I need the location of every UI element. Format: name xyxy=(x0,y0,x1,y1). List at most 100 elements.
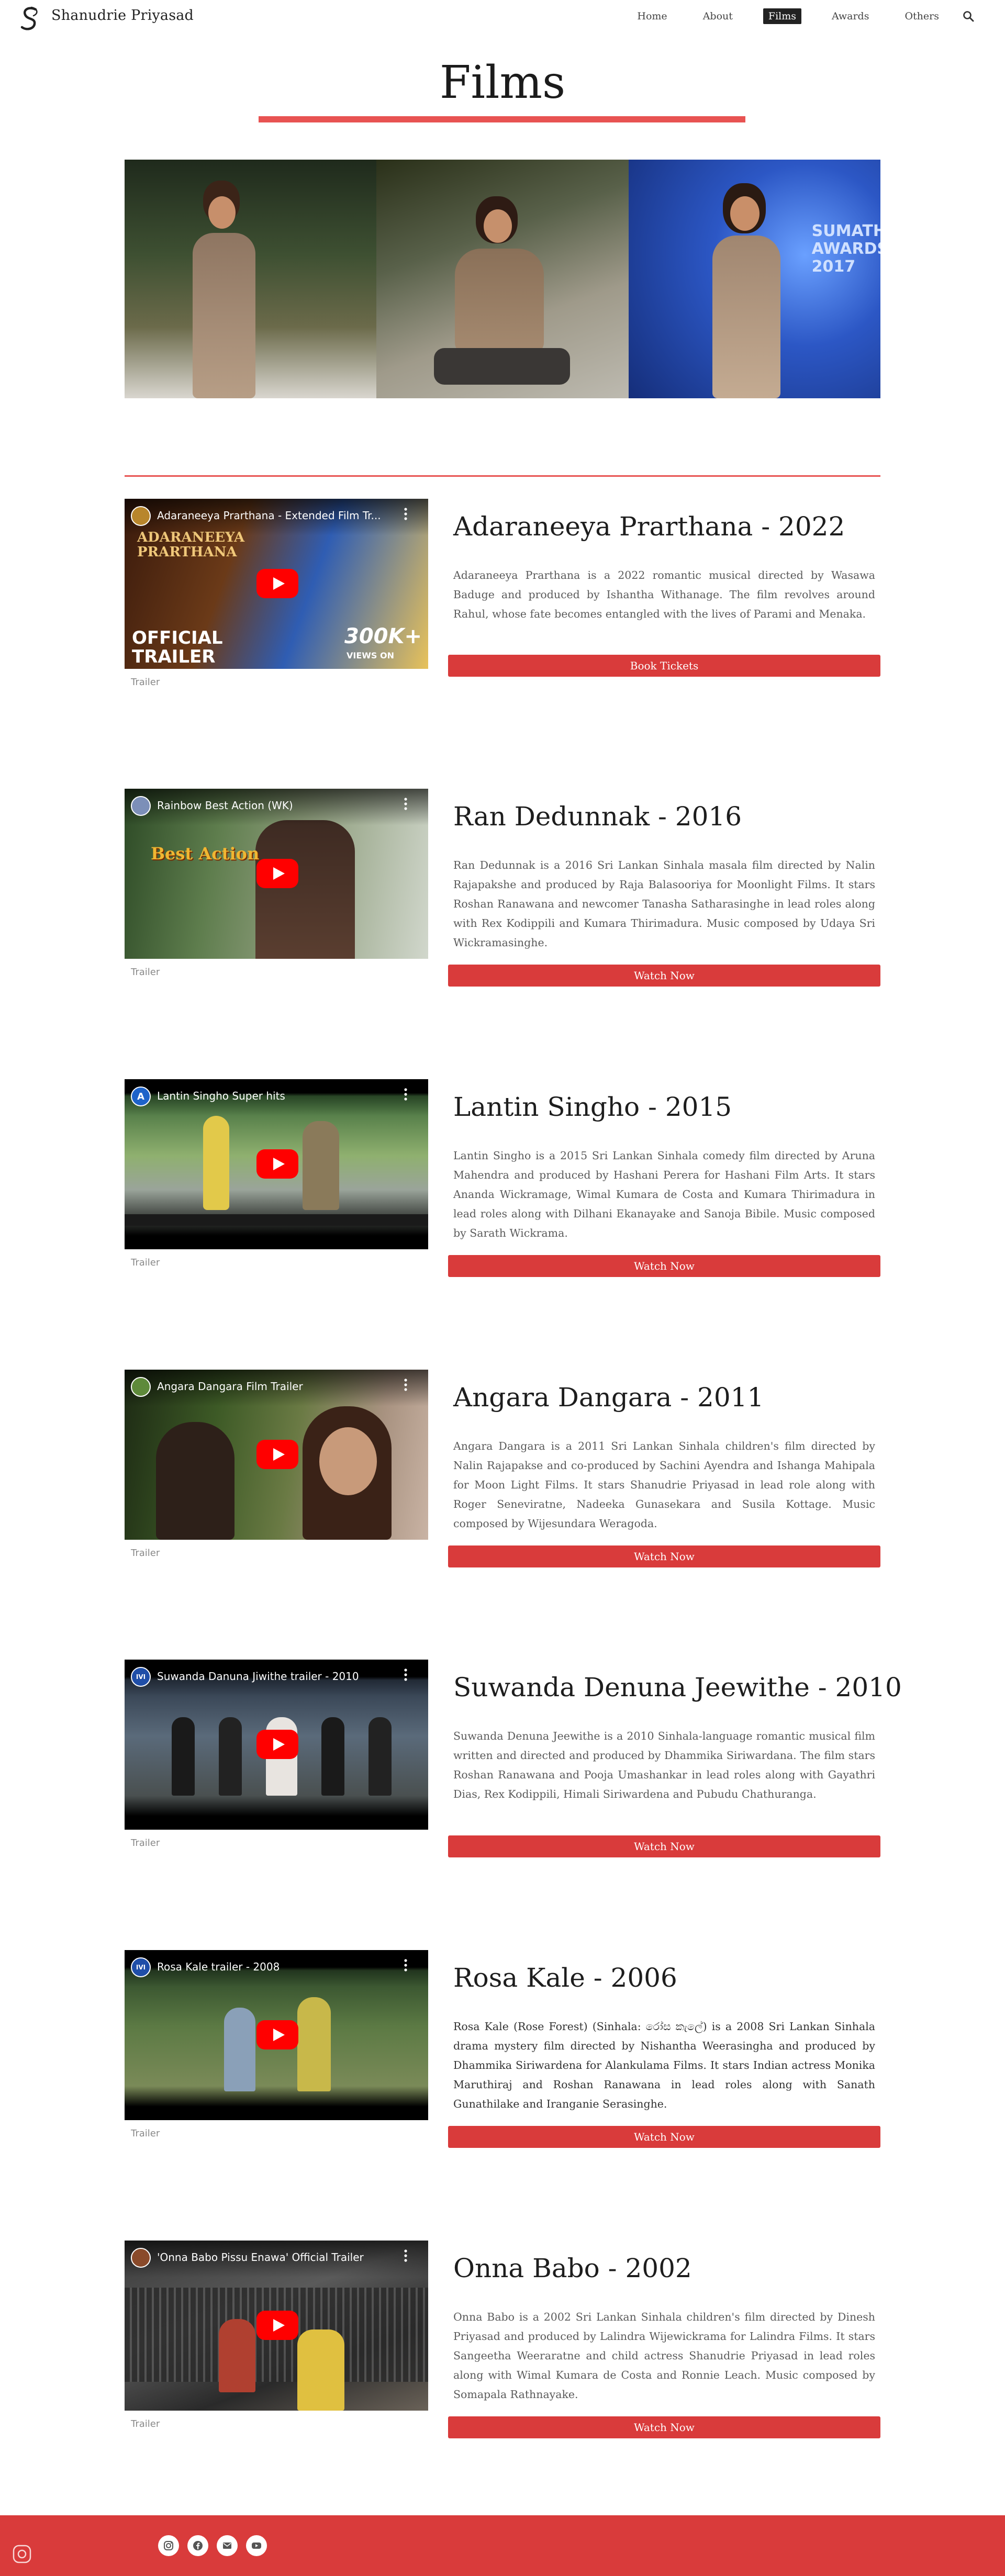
film-title: Onna Babo - 2002 xyxy=(453,2253,692,2283)
video-caption: Trailer xyxy=(131,2418,160,2429)
watch-now-button[interactable]: Watch Now xyxy=(448,965,880,987)
play-icon[interactable] xyxy=(256,2311,298,2340)
page-title: Films xyxy=(439,57,566,109)
instagram-icon[interactable] xyxy=(158,2535,179,2556)
play-icon[interactable] xyxy=(256,1440,298,1469)
film-title: Angara Dangara - 2011 xyxy=(453,1382,764,1413)
film-adaraneeya-prarthana: ADARANEEYA PRARTHANA OFFICIAL TRAILER 30… xyxy=(125,499,880,708)
film-angara-dangara: Angara Dangara Film Trailer Trailer Anga… xyxy=(125,1370,880,1579)
actor-face xyxy=(319,1427,377,1495)
youtube-icon[interactable] xyxy=(246,2535,267,2556)
video-caption: Trailer xyxy=(131,1838,160,1849)
watch-now-button[interactable]: Watch Now xyxy=(448,2126,880,2148)
subtitle-strip xyxy=(125,1214,428,1226)
channel-avatar[interactable]: IVI xyxy=(131,1957,151,1977)
title-underline xyxy=(259,116,745,122)
channel-avatar[interactable]: IVI xyxy=(131,1667,151,1687)
video-title[interactable]: Suwanda Danuna Jiwithe trailer - 2010 xyxy=(157,1670,359,1683)
watch-now-button[interactable]: Watch Now xyxy=(448,1545,880,1567)
video-player[interactable]: IVI Rosa Kale trailer - 2008 xyxy=(125,1950,428,2120)
nav-others[interactable]: Others xyxy=(899,8,944,24)
section-divider xyxy=(125,475,880,477)
video-player[interactable]: Best Action Rainbow Best Action (WK) xyxy=(125,789,428,959)
film-title: Ran Dedunnak - 2016 xyxy=(453,801,742,832)
film-description: Onna Babo is a 2002 Sri Lankan Sinhala c… xyxy=(453,2311,875,2401)
facebook-icon[interactable] xyxy=(187,2535,208,2556)
official-trailer-text: OFFICIAL TRAILER xyxy=(132,629,223,666)
actor-figure xyxy=(156,1422,234,1540)
film-description: Suwanda Denuna Jeewithe is a 2010 Sinhal… xyxy=(453,1730,875,1800)
play-icon[interactable] xyxy=(256,569,298,598)
banner-award-text: SUMATHI AWARDS 2017 xyxy=(811,222,880,276)
film-title: Rosa Kale - 2006 xyxy=(453,1963,677,1993)
channel-avatar[interactable] xyxy=(131,1377,151,1397)
channel-avatar[interactable]: A xyxy=(131,1087,151,1106)
video-caption: Trailer xyxy=(131,2128,160,2139)
top-bar: Shanudrie Priyasad Home About Films Awar… xyxy=(0,0,1005,37)
more-options-icon[interactable] xyxy=(404,2249,407,2263)
official-text: OFFICIAL xyxy=(132,628,223,648)
banner-panel-1 xyxy=(125,160,377,398)
nav-home[interactable]: Home xyxy=(632,8,672,24)
nav-awards[interactable]: Awards xyxy=(827,8,874,24)
film-title: Suwanda Denuna Jeewithe - 2010 xyxy=(453,1672,902,1703)
film-lantin-singho: A Lantin Singho Super hits Trailer Lanti… xyxy=(125,1079,880,1289)
film-rosa-kale: IVI Rosa Kale trailer - 2008 Trailer Ros… xyxy=(125,1950,880,2159)
watch-now-button[interactable]: Watch Now xyxy=(448,1255,880,1277)
video-caption: Trailer xyxy=(131,1257,160,1268)
watch-now-button[interactable]: Watch Now xyxy=(448,1835,880,1857)
video-player[interactable]: Angara Dangara Film Trailer xyxy=(125,1370,428,1540)
channel-avatar[interactable] xyxy=(131,796,151,816)
film-ran-dedunnak: Best Action Rainbow Best Action (WK) Tra… xyxy=(125,789,880,998)
views-sub: VIEWS ON xyxy=(347,651,394,660)
film-description: Adaraneeya Prarthana is a 2022 romantic … xyxy=(453,569,875,620)
search-icon[interactable] xyxy=(962,10,975,23)
nav-about[interactable]: About xyxy=(698,8,738,24)
film-suwanda-denuna-jeewithe: IVI Suwanda Danuna Jiwithe trailer - 201… xyxy=(125,1660,902,1869)
site-title[interactable]: Shanudrie Priyasad xyxy=(51,7,194,24)
play-icon[interactable] xyxy=(256,2020,298,2049)
views-count: 300K+ xyxy=(344,624,422,648)
email-icon[interactable] xyxy=(217,2535,238,2556)
more-options-icon[interactable] xyxy=(404,1088,407,1101)
video-player[interactable]: IVI Suwanda Danuna Jiwithe trailer - 201… xyxy=(125,1660,428,1830)
more-options-icon[interactable] xyxy=(404,507,407,521)
nav-films[interactable]: Films xyxy=(763,8,801,24)
more-options-icon[interactable] xyxy=(404,1958,407,1972)
video-caption: Trailer xyxy=(131,677,160,688)
instagram-badge-icon[interactable] xyxy=(13,2545,31,2563)
video-title[interactable]: Angara Dangara Film Trailer xyxy=(157,1380,303,1393)
best-action-text: Best Action xyxy=(151,844,260,864)
play-icon[interactable] xyxy=(256,1730,298,1759)
play-icon[interactable] xyxy=(256,859,298,888)
film-title: Adaraneeya Prarthana - 2022 xyxy=(453,511,845,542)
video-caption: Trailer xyxy=(131,967,160,978)
video-player[interactable]: 'Onna Babo Pissu Enawa' Official Trailer xyxy=(125,2241,428,2411)
film-title: Lantin Singho - 2015 xyxy=(453,1092,732,1122)
actor-figure xyxy=(303,1121,339,1210)
logo-icon[interactable] xyxy=(18,5,43,32)
video-caption: Trailer xyxy=(131,1548,160,1559)
actor-figure xyxy=(203,1116,229,1210)
video-title[interactable]: 'Onna Babo Pissu Enawa' Official Trailer xyxy=(157,2251,364,2264)
channel-avatar[interactable] xyxy=(131,506,151,526)
video-title[interactable]: Rosa Kale trailer - 2008 xyxy=(157,1961,280,1973)
trailer-text: TRAILER xyxy=(132,646,216,667)
actor-figure xyxy=(297,2329,344,2411)
video-player[interactable]: ADARANEEYA PRARTHANA OFFICIAL TRAILER 30… xyxy=(125,499,428,669)
more-options-icon[interactable] xyxy=(404,1668,407,1682)
more-options-icon[interactable] xyxy=(404,1378,407,1392)
book-tickets-button[interactable]: Book Tickets xyxy=(448,655,880,677)
channel-avatar[interactable] xyxy=(131,2248,151,2268)
video-player[interactable]: A Lantin Singho Super hits xyxy=(125,1079,428,1249)
actor-figure xyxy=(224,2008,255,2091)
video-title[interactable]: Rainbow Best Action (WK) xyxy=(157,799,293,812)
video-title[interactable]: Lantin Singho Super hits xyxy=(157,1090,285,1102)
main-nav: Home About Films Awards Others xyxy=(607,8,975,24)
play-icon[interactable] xyxy=(256,1149,298,1179)
footer xyxy=(0,2515,1005,2576)
banner-image: SUMATHI AWARDS 2017 xyxy=(125,160,880,398)
watch-now-button[interactable]: Watch Now xyxy=(448,2416,880,2438)
more-options-icon[interactable] xyxy=(404,797,407,811)
video-title[interactable]: Adaraneeya Prarthana - Extended Film Tr.… xyxy=(157,509,381,522)
